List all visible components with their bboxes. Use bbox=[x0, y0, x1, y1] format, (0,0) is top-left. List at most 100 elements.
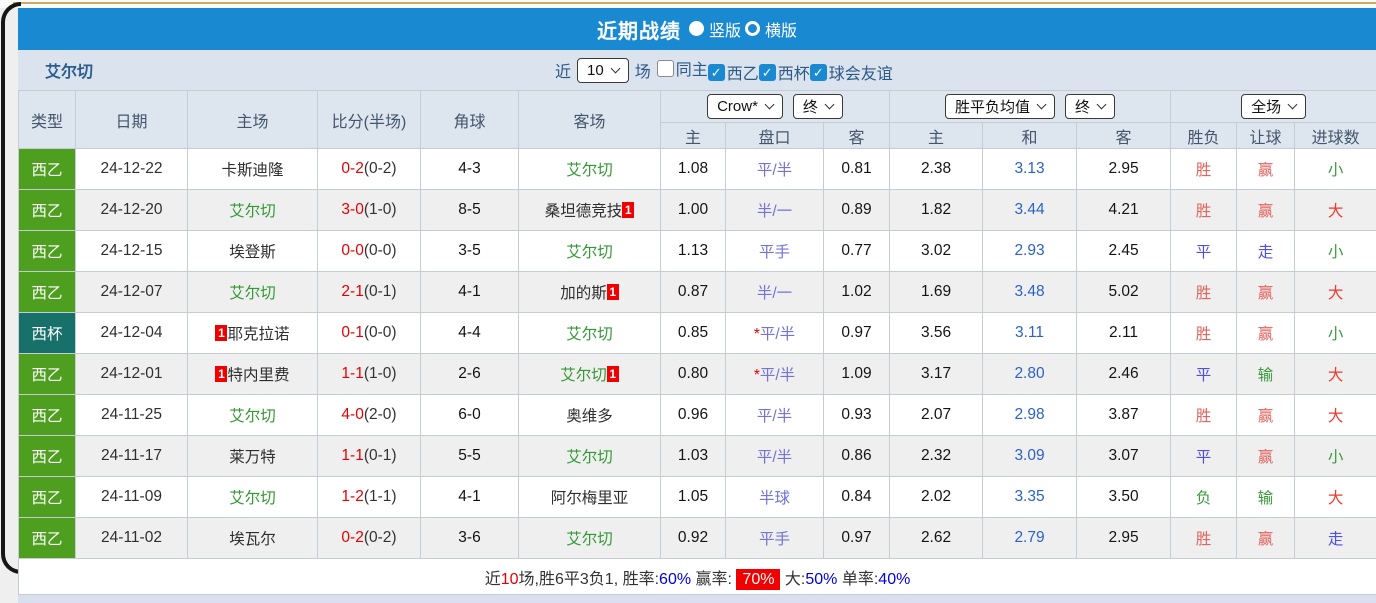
score-cell: 2-1(0-1) bbox=[318, 272, 421, 313]
result-wdl: 胜 bbox=[1171, 190, 1237, 231]
handicap-cell: 半/一 bbox=[726, 272, 824, 313]
col-corner: 角球 bbox=[421, 91, 519, 149]
col-avg-away: 客 bbox=[1077, 123, 1171, 149]
results-table: 类型 日期 主场 比分(半场) 角球 客场 Crow* 终 bbox=[18, 90, 1376, 595]
corner-score: 3-6 bbox=[421, 518, 519, 559]
handicap-text: 平/半 bbox=[757, 162, 792, 179]
odds-stage-select[interactable]: 终 bbox=[793, 94, 843, 119]
fulltime-score: 3-0 bbox=[341, 201, 363, 218]
col-avg-home: 主 bbox=[890, 123, 983, 149]
result-wdl: 平 bbox=[1171, 231, 1237, 272]
avg-draw-odds: 2.80 bbox=[983, 354, 1077, 395]
result-goals: 小 bbox=[1295, 436, 1376, 477]
summary-segment: 场,胜6平3负1, bbox=[519, 571, 623, 588]
league-type-cell: 西乙 bbox=[19, 272, 76, 313]
away-team-name: 加的斯 bbox=[560, 285, 607, 302]
away-team-name: 阿尔梅里亚 bbox=[551, 490, 629, 507]
avg-away-odds: 2.45 bbox=[1077, 231, 1171, 272]
league-type-cell: 西乙 bbox=[19, 395, 76, 436]
crow-home-odds: 1.13 bbox=[661, 231, 726, 272]
filter-checkbox[interactable]: ✓西乙 bbox=[708, 60, 759, 84]
result-goals: 大 bbox=[1295, 190, 1376, 231]
away-team-cell: 奥维多 bbox=[519, 395, 661, 436]
result-goals: 小 bbox=[1295, 149, 1376, 190]
match-date: 24-12-22 bbox=[76, 149, 188, 190]
result-wdl: 胜 bbox=[1171, 395, 1237, 436]
bookmaker-select-group: Crow* 终 bbox=[661, 91, 890, 123]
crow-away-odds: 0.77 bbox=[824, 231, 890, 272]
col-avg-draw: 和 bbox=[983, 123, 1077, 149]
handicap-cell: 半/一 bbox=[726, 190, 824, 231]
match-row: 西乙24-11-25艾尔切4-0(2-0)6-0奥维多0.96平/半0.932.… bbox=[19, 395, 1376, 436]
match-date: 24-12-20 bbox=[76, 190, 188, 231]
home-team-cell: 埃瓦尔 bbox=[188, 518, 318, 559]
summary-segment: 单率: bbox=[837, 571, 878, 588]
away-team-cell: 桑坦德竞技1 bbox=[519, 190, 661, 231]
results-rows: 西乙24-12-22卡斯迪隆0-2(0-2)4-3艾尔切1.08平/半0.812… bbox=[19, 149, 1376, 559]
filter-bar: 艾尔切 近 10 场 ✓同主✓西乙✓西杯✓球会友谊 bbox=[18, 50, 1376, 90]
chevron-down-icon bbox=[764, 100, 774, 110]
halftime-score: (0-0) bbox=[364, 242, 397, 259]
result-wdl: 胜 bbox=[1171, 313, 1237, 354]
view-radio-unselected[interactable]: 横版 bbox=[745, 17, 797, 41]
halftime-score: (0-0) bbox=[364, 324, 397, 341]
avg-type-select-value: 胜平负均值 bbox=[955, 96, 1030, 117]
crow-away-odds: 0.81 bbox=[824, 149, 890, 190]
handicap-text: 平/半 bbox=[760, 326, 795, 343]
avg-draw-odds: 3.13 bbox=[983, 149, 1077, 190]
score-cell: 3-0(1-0) bbox=[318, 190, 421, 231]
filter-checkbox[interactable]: ✓同主 bbox=[657, 56, 708, 80]
result-handicap: 赢 bbox=[1237, 518, 1295, 559]
away-team-cell: 阿尔梅里亚 bbox=[519, 477, 661, 518]
avg-home-odds: 3.56 bbox=[890, 313, 983, 354]
bookmaker-select[interactable]: Crow* bbox=[707, 94, 783, 119]
corner-score: 5-5 bbox=[421, 436, 519, 477]
fulltime-score: 4-0 bbox=[341, 406, 363, 423]
result-handicap: 赢 bbox=[1237, 313, 1295, 354]
filter-checkbox[interactable]: ✓西杯 bbox=[759, 60, 810, 84]
col-odds-away: 客 bbox=[824, 123, 890, 149]
match-row: 西乙24-12-07艾尔切2-1(0-1)4-1加的斯10.87半/一1.021… bbox=[19, 272, 1376, 313]
match-row: 西乙24-12-011特内里费1-1(1-0)2-6艾尔切10.80*平/半1.… bbox=[19, 354, 1376, 395]
summary-segment: 60% bbox=[659, 571, 691, 588]
home-team-name: 艾尔切 bbox=[229, 203, 276, 220]
away-team-name: 艾尔切 bbox=[566, 162, 613, 179]
handicap-cell: 平/半 bbox=[726, 149, 824, 190]
chevron-down-icon bbox=[610, 63, 620, 73]
avg-draw-odds: 2.98 bbox=[983, 395, 1077, 436]
check-icon: ✓ bbox=[762, 66, 773, 79]
avg-type-select[interactable]: 胜平负均值 bbox=[945, 94, 1055, 119]
view-radio-selected[interactable]: 竖版 bbox=[689, 17, 741, 41]
avg-draw-odds: 3.48 bbox=[983, 272, 1077, 313]
handicap-text: 平/半 bbox=[757, 449, 792, 466]
crow-away-odds: 0.97 bbox=[824, 313, 890, 354]
fulltime-score: 1-1 bbox=[341, 365, 363, 382]
fulltime-select-group: 全场 bbox=[1171, 91, 1376, 123]
home-team-name: 艾尔切 bbox=[229, 490, 276, 507]
filter-checkbox[interactable]: ✓球会友谊 bbox=[810, 60, 893, 84]
score-cell: 4-0(2-0) bbox=[318, 395, 421, 436]
league-type-cell: 西乙 bbox=[19, 149, 76, 190]
score-cell: 1-1(0-1) bbox=[318, 436, 421, 477]
radio-icon bbox=[745, 21, 760, 36]
fulltime-select[interactable]: 全场 bbox=[1241, 94, 1306, 119]
chevron-down-icon bbox=[1288, 100, 1298, 110]
match-count-select[interactable]: 10 bbox=[577, 58, 629, 83]
result-wdl: 平 bbox=[1171, 436, 1237, 477]
match-date: 24-11-25 bbox=[76, 395, 188, 436]
league-type-cell: 西乙 bbox=[19, 190, 76, 231]
home-team-cell: 卡斯迪隆 bbox=[188, 149, 318, 190]
col-let-ball: 让球 bbox=[1237, 123, 1295, 149]
checkbox-icon: ✓ bbox=[810, 64, 827, 81]
fulltime-score: 1-1 bbox=[341, 447, 363, 464]
view-mode-radios: 竖版横版 bbox=[685, 17, 797, 42]
match-date: 24-12-07 bbox=[76, 272, 188, 313]
result-goals: 大 bbox=[1295, 272, 1376, 313]
view-radio-label: 竖版 bbox=[709, 17, 741, 41]
avg-away-odds: 4.21 bbox=[1077, 190, 1171, 231]
result-wdl: 负 bbox=[1171, 477, 1237, 518]
crow-home-odds: 0.87 bbox=[661, 272, 726, 313]
result-wdl: 胜 bbox=[1171, 272, 1237, 313]
away-team-cell: 艾尔切 bbox=[519, 436, 661, 477]
avg-stage-select[interactable]: 终 bbox=[1065, 94, 1115, 119]
